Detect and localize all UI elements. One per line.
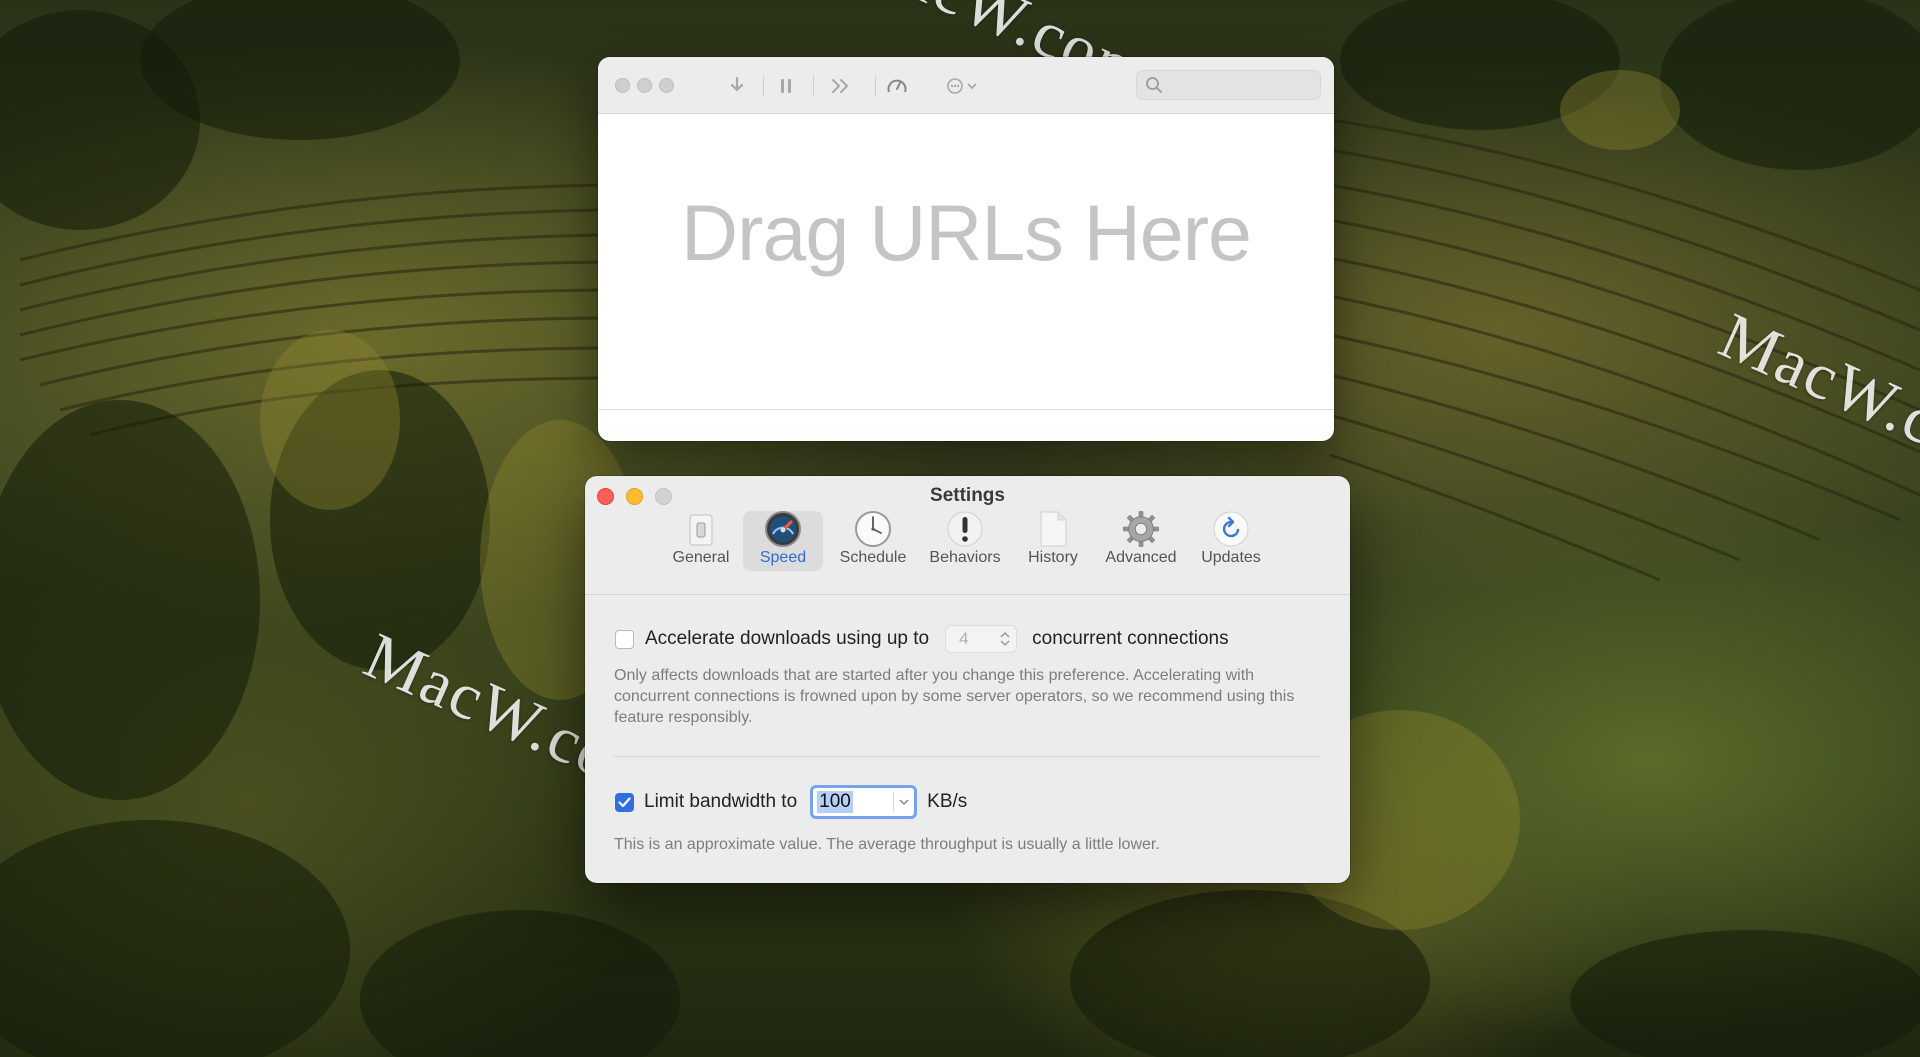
toolbar-divider [585,594,1350,595]
search-icon [1145,76,1163,99]
accelerate-label: Accelerate downloads using up to [645,628,930,649]
accelerate-row: Accelerate downloads using up to 4 concu… [615,625,1229,653]
connections-stepper[interactable]: 4 [945,625,1018,653]
main-window: Drag URLs Here [598,57,1334,441]
bandwidth-checkbox[interactable] [615,792,634,812]
bandwidth-label: Limit bandwidth to [644,791,798,812]
tab-label: Speed [759,549,807,566]
more-menu-icon[interactable] [944,73,988,99]
main-toolbar [598,57,1334,114]
connections-value: 4 [959,629,969,648]
window-title: Settings [930,485,1005,506]
combo-divider [893,792,895,812]
tab-label: History [1028,549,1078,566]
drop-hint-text: Drag URLs Here [681,187,1252,277]
document-icon [1034,510,1072,548]
tab-label: Schedule [839,549,907,566]
settings-toolbar: General Speed Schedule Behaviors History [585,510,1350,571]
status-bar-divider [598,409,1334,410]
refresh-icon [1212,510,1250,548]
tab-updates[interactable]: Updates [1189,511,1273,571]
tab-label: General [672,549,730,566]
speedometer-icon[interactable] [884,73,910,99]
switch-icon [682,511,720,548]
close-button[interactable] [615,78,630,93]
minimize-button[interactable] [637,78,652,93]
toolbar-separator [813,75,814,97]
settings-window: Settings General Speed Schedule Behavior… [585,476,1350,883]
tab-label: Updates [1201,549,1261,566]
checkmark-icon [618,796,631,807]
accelerate-checkbox[interactable] [615,629,634,649]
tab-behaviors[interactable]: Behaviors [920,511,1010,571]
gear-icon [1122,510,1160,548]
speedometer-icon [764,510,802,548]
toolbar-separator [763,75,764,97]
tab-label: Advanced [1105,549,1177,566]
stepper-arrows-icon[interactable] [1000,631,1010,647]
accelerate-note: Only affects downloads that are started … [614,667,1295,726]
drop-area[interactable]: Drag URLs Here [598,114,1334,441]
toolbar-separator [875,75,876,97]
zoom-button[interactable] [659,78,674,93]
pause-icon[interactable] [773,73,799,99]
tab-speed[interactable]: Speed [743,511,823,571]
download-icon[interactable] [724,73,750,99]
tab-general[interactable]: General [665,511,737,571]
tab-history[interactable]: History [1017,511,1089,571]
tab-schedule[interactable]: Schedule [831,511,915,571]
bandwidth-combo-box[interactable]: 100 [810,785,918,819]
bandwidth-unit: KB/s [927,791,968,812]
tab-label: Behaviors [929,549,1001,566]
clock-icon [854,510,892,548]
chevron-down-icon[interactable] [899,798,909,806]
bandwidth-note: This is an approximate value. The averag… [614,836,1160,853]
tab-advanced[interactable]: Advanced [1095,510,1187,571]
section-divider [614,756,1321,757]
exclamation-icon [946,510,984,548]
bandwidth-row: Limit bandwidth to 100 KB/s [615,785,967,819]
fast-forward-icon[interactable] [828,73,854,99]
bandwidth-value[interactable]: 100 [817,791,853,813]
search-field[interactable] [1136,70,1321,100]
accelerate-suffix: concurrent connections [1032,628,1229,649]
